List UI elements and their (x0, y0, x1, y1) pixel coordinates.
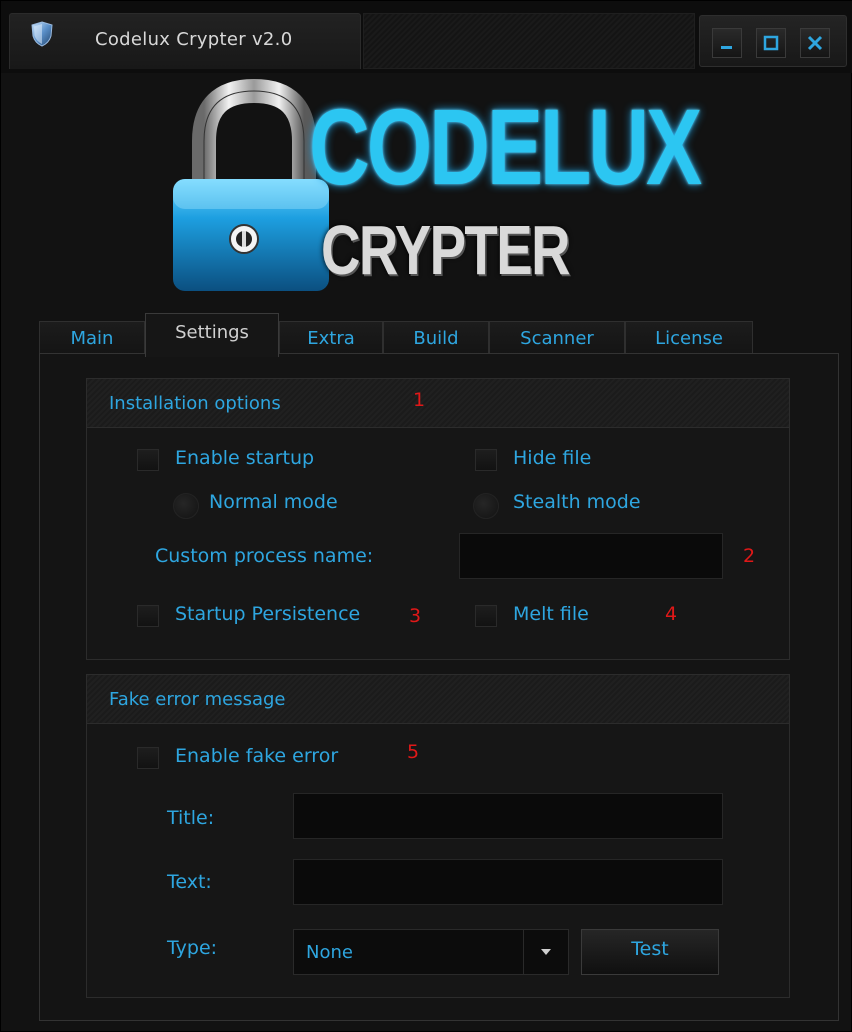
enable-fake-error-checkbox[interactable] (137, 747, 159, 769)
stealth-mode-radio[interactable] (473, 493, 499, 519)
tab-bar: Main Settings Extra Build Scanner Licens… (39, 313, 819, 357)
normal-mode-radio[interactable] (173, 493, 199, 519)
tab-license[interactable]: License (625, 321, 753, 355)
minimize-icon (721, 46, 732, 49)
logo: CODELUX CRYPTER (159, 79, 702, 309)
settings-panel: Installation options 1 Enable startup Hi… (39, 353, 839, 1021)
tab-main[interactable]: Main (39, 321, 145, 355)
enable-fake-error-label[interactable]: Enable fake error (175, 745, 338, 767)
error-type-label: Type: (167, 937, 218, 959)
maximize-button[interactable] (756, 28, 786, 58)
close-icon (807, 35, 823, 51)
title-bar-stripe (363, 13, 695, 69)
error-type-value: None (306, 942, 353, 963)
stealth-mode-label[interactable]: Stealth mode (513, 491, 641, 513)
test-button[interactable]: Test (581, 929, 719, 975)
chevron-down-icon (541, 949, 551, 955)
window-controls (699, 15, 847, 67)
title-bar[interactable]: Codelux Crypter v2.0 (1, 1, 852, 73)
tab-extra[interactable]: Extra (279, 321, 383, 355)
enable-startup-checkbox[interactable] (137, 449, 159, 471)
custom-process-name-input[interactable] (459, 533, 723, 579)
close-button[interactable] (800, 28, 830, 58)
fake-error-title: Fake error message (109, 689, 286, 710)
tab-scanner[interactable]: Scanner (489, 321, 625, 355)
annotation-2: 2 (743, 545, 756, 567)
tab-build[interactable]: Build (383, 321, 489, 355)
enable-startup-label[interactable]: Enable startup (175, 447, 314, 469)
logo-title: CODELUX (309, 86, 702, 207)
hide-file-label[interactable]: Hide file (513, 447, 591, 469)
error-text-label: Text: (167, 871, 212, 893)
dropdown-arrow[interactable] (523, 930, 568, 974)
melt-file-label[interactable]: Melt file (513, 603, 589, 625)
normal-mode-label[interactable]: Normal mode (209, 491, 338, 513)
installation-options-title: Installation options (109, 393, 281, 414)
melt-file-checkbox[interactable] (475, 605, 497, 627)
annotation-4: 4 (665, 603, 678, 625)
custom-process-name-label: Custom process name: (155, 545, 374, 567)
tab-settings[interactable]: Settings (145, 313, 279, 357)
startup-persistence-label[interactable]: Startup Persistence (175, 603, 360, 625)
fake-error-header: Fake error message (87, 675, 789, 724)
annotation-3: 3 (409, 605, 422, 627)
error-type-select[interactable]: None (293, 929, 569, 975)
maximize-icon (763, 35, 779, 51)
error-text-input[interactable] (293, 859, 723, 905)
minimize-button[interactable] (712, 28, 742, 58)
startup-persistence-checkbox[interactable] (137, 605, 159, 627)
annotation-1: 1 (413, 389, 426, 411)
annotation-5: 5 (407, 741, 420, 763)
shield-icon (31, 21, 53, 47)
app-window: Codelux Crypter v2.0 CODELUX CRYPTER Mai… (0, 0, 852, 1032)
window-title: Codelux Crypter v2.0 (95, 29, 293, 50)
logo-subtitle: CRYPTER (321, 211, 571, 289)
hide-file-checkbox[interactable] (475, 449, 497, 471)
error-title-label: Title: (167, 807, 215, 829)
error-title-input[interactable] (293, 793, 723, 839)
installation-options-header: Installation options 1 (87, 379, 789, 428)
installation-options-group: Installation options 1 Enable startup Hi… (86, 378, 790, 660)
